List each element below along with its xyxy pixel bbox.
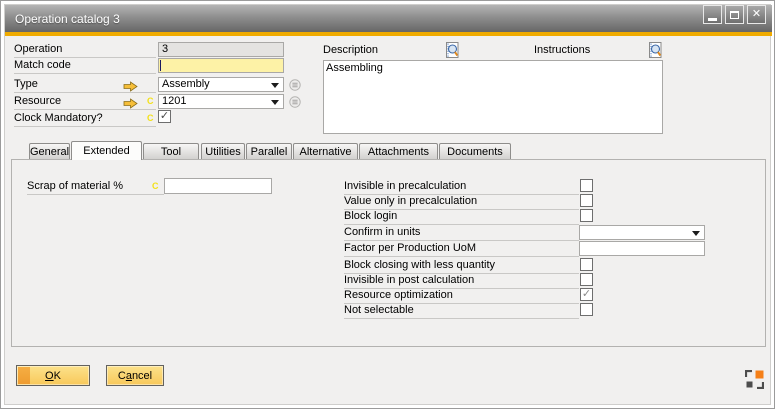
window-title: Operation catalog 3 [5,12,120,26]
instructions-label: Instructions [534,43,644,59]
factor-per-uom-input[interactable] [579,241,705,256]
tab-label: Attachments [368,146,429,158]
tab-label: General [30,146,69,158]
factor-per-uom-label: Factor per Production UoM [344,241,579,257]
type-dropdown[interactable]: Assembly [158,77,284,92]
user-defined-marker: C [147,97,154,106]
tab-label: Alternative [300,146,352,158]
maximize-icon [730,11,739,19]
chevron-down-icon [692,231,700,236]
minimize-button[interactable] [703,5,722,24]
close-button[interactable]: ✕ [747,5,766,24]
tab-label: Utilities [205,146,240,158]
tab-general[interactable]: General [29,143,70,159]
titlebar[interactable]: Operation catalog 3 [5,5,772,32]
not-selectable-checkbox[interactable] [580,303,593,316]
choose-from-list-icon[interactable] [289,95,301,113]
extended-tab-panel: Scrap of material % C Invisible in preca… [11,159,766,347]
maximize-button[interactable] [725,5,744,24]
description-textarea[interactable]: Assembling [323,60,663,134]
window-controls: ✕ [703,5,766,24]
text-cursor [160,60,161,71]
tab-parallel[interactable]: Parallel [246,143,292,159]
description-label: Description [323,43,433,59]
user-defined-marker: C [147,114,154,123]
match-code-input[interactable] [158,58,284,73]
resource-optimization-checkbox[interactable]: ✓ [580,288,593,301]
tab-utilities[interactable]: Utilities [201,143,245,159]
invisible-postcalc-checkbox[interactable] [580,273,593,286]
operation-catalog-window: Operation catalog 3 ✕ Operation 3 Match … [0,0,775,409]
tab-label: Parallel [251,146,288,158]
operation-field: 3 [158,42,284,57]
block-login-checkbox[interactable] [580,209,593,222]
value-only-precalc-checkbox[interactable] [580,194,593,207]
cancel-button[interactable]: Cancel [106,365,164,386]
confirm-in-units-dropdown[interactable] [579,225,705,240]
clock-mandatory-label: Clock Mandatory? [14,111,156,127]
scrap-input[interactable] [164,178,272,194]
resource-dropdown[interactable]: 1201 [158,94,284,109]
ok-button[interactable]: OK [16,365,90,386]
default-button-accent [18,367,30,384]
ok-button-label: K [54,370,61,382]
invisible-precalc-label: Invisible in precalculation [344,179,579,195]
invisible-postcalc-label: Invisible in post calculation [344,273,579,289]
type-value: Assembly [162,78,210,90]
close-icon: ✕ [752,9,761,20]
cancel-button-label: C [118,370,126,382]
user-defined-marker: C [152,182,159,191]
scrap-label: Scrap of material % [27,179,164,195]
tab-label: Documents [447,146,503,158]
resource-optimization-label: Resource optimization [344,288,579,304]
tab-alternative[interactable]: Alternative [293,143,358,159]
cancel-button-label: ncel [132,370,152,382]
not-selectable-label: Not selectable [344,303,579,319]
match-code-label: Match code [14,58,156,74]
chevron-down-icon [271,83,279,88]
operation-label: Operation [14,42,156,58]
block-closing-label: Block closing with less quantity [344,258,579,274]
tab-label: Tool [161,146,181,158]
clock-mandatory-checkbox[interactable]: ✓ [158,110,171,123]
form-resize-icon[interactable] [745,370,764,394]
minimize-icon [708,18,717,21]
choose-from-list-icon[interactable] [289,78,301,96]
block-login-label: Block login [344,209,579,225]
chevron-down-icon [271,100,279,105]
tab-documents[interactable]: Documents [439,143,511,159]
confirm-in-units-label: Confirm in units [344,225,579,241]
tab-label: Extended [83,145,129,157]
tab-extended[interactable]: Extended [71,141,142,160]
ok-button-label: O [45,370,54,382]
resource-value: 1201 [162,95,186,107]
accent-strip [5,32,772,36]
tab-attachments[interactable]: Attachments [359,143,438,159]
invisible-precalc-checkbox[interactable] [580,179,593,192]
value-only-precalc-label: Value only in precalculation [344,194,579,210]
tab-tool[interactable]: Tool [143,143,199,159]
block-closing-checkbox[interactable] [580,258,593,271]
